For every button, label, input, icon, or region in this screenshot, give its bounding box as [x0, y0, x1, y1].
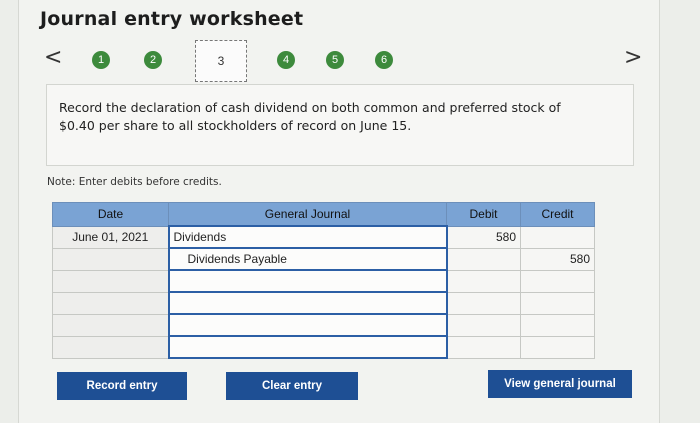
journal-table: Date General Journal Debit Credit June 0… [52, 202, 595, 359]
view-general-journal-button[interactable]: View general journal [488, 370, 632, 398]
credit-field[interactable] [520, 313, 595, 337]
table-row [52, 269, 595, 293]
next-arrow-icon[interactable]: > [624, 45, 642, 70]
column-header-date: Date [52, 202, 169, 227]
date-cell[interactable] [52, 247, 169, 271]
column-header-debit: Debit [446, 202, 521, 227]
table-row [52, 291, 595, 315]
account-field[interactable] [167, 335, 448, 359]
instruction-box: Record the declaration of cash dividend … [46, 84, 634, 166]
date-cell[interactable] [52, 269, 169, 293]
step-1-button[interactable]: 1 [92, 51, 110, 69]
credit-field[interactable] [520, 335, 595, 359]
debit-field[interactable] [446, 335, 521, 359]
step-5-button[interactable]: 5 [326, 51, 344, 69]
debit-field[interactable] [446, 313, 521, 337]
debit-field[interactable] [446, 291, 521, 315]
account-field[interactable] [167, 269, 448, 293]
credit-field[interactable]: 580 [520, 247, 595, 271]
table-row [52, 313, 595, 337]
step-6-button[interactable]: 6 [375, 51, 393, 69]
credit-field[interactable] [520, 291, 595, 315]
table-row [52, 335, 595, 359]
account-field[interactable] [167, 291, 448, 315]
column-header-general-journal: General Journal [168, 202, 447, 227]
prev-arrow-icon[interactable]: < [44, 45, 62, 70]
instruction-text: Record the declaration of cash dividend … [59, 100, 561, 133]
account-field[interactable] [167, 313, 448, 337]
clear-entry-button[interactable]: Clear entry [226, 372, 358, 400]
credit-field[interactable] [520, 269, 595, 293]
step-3-current-tab[interactable]: 3 [195, 40, 247, 82]
page-title: Journal entry worksheet [40, 8, 304, 30]
date-cell[interactable] [52, 335, 169, 359]
note-text: Note: Enter debits before credits. [47, 176, 222, 188]
debit-field[interactable]: 580 [446, 225, 521, 249]
account-field[interactable]: Dividends [167, 225, 448, 249]
account-field[interactable]: Dividends Payable [167, 247, 448, 271]
step-4-button[interactable]: 4 [277, 51, 295, 69]
column-header-credit: Credit [520, 202, 595, 227]
table-row: Dividends Payable 580 [52, 247, 595, 271]
account-text: Dividends Payable [187, 252, 287, 266]
table-row: June 01, 2021 Dividends 580 [52, 225, 595, 249]
date-cell[interactable] [52, 291, 169, 315]
debit-field[interactable] [446, 269, 521, 293]
record-entry-button[interactable]: Record entry [57, 372, 187, 400]
debit-field[interactable] [446, 247, 521, 271]
journal-header-row: Date General Journal Debit Credit [52, 202, 595, 227]
step-2-button[interactable]: 2 [144, 51, 162, 69]
date-cell[interactable]: June 01, 2021 [52, 225, 169, 249]
date-cell[interactable] [52, 313, 169, 337]
credit-field[interactable] [520, 225, 595, 249]
